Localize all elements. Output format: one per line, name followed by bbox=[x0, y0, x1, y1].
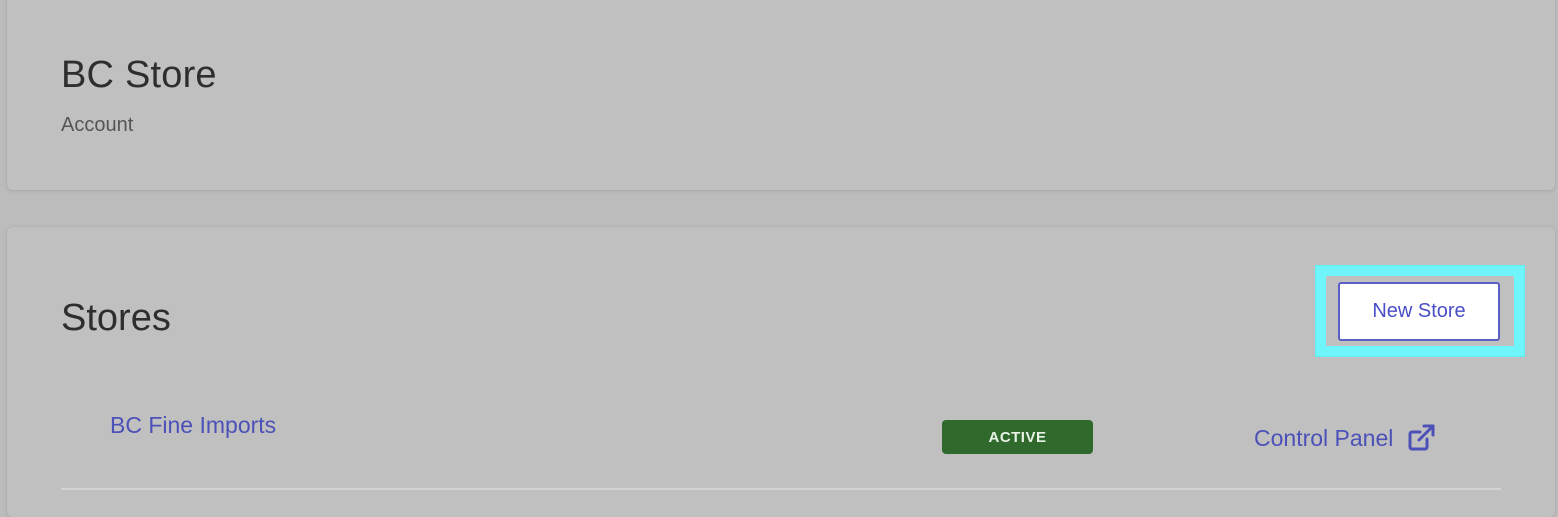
store-row: BC Fine Imports ACTIVE Control Panel bbox=[61, 402, 1501, 490]
new-store-button[interactable]: New Store bbox=[1338, 282, 1500, 341]
stores-card: Stores New Store BC Fine Imports ACTIVE … bbox=[7, 227, 1555, 517]
account-card: BC Store Account bbox=[7, 0, 1555, 190]
store-name-link[interactable]: BC Fine Imports bbox=[110, 412, 276, 439]
account-title: BC Store bbox=[61, 54, 217, 96]
account-subtitle: Account bbox=[61, 114, 134, 136]
control-panel-link[interactable]: Control Panel bbox=[1254, 423, 1436, 453]
external-link-icon bbox=[1406, 423, 1436, 453]
stores-title: Stores bbox=[61, 297, 171, 339]
control-panel-label: Control Panel bbox=[1254, 424, 1394, 451]
status-badge: ACTIVE bbox=[942, 420, 1093, 454]
